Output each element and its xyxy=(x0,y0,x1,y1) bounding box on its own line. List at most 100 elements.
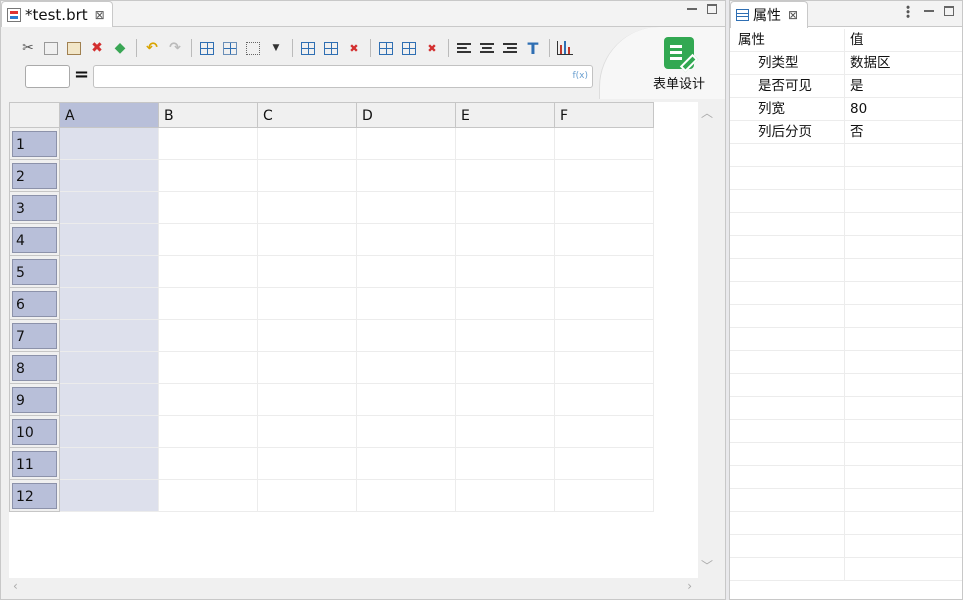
grid-cell[interactable] xyxy=(357,224,456,256)
close-tab-icon[interactable]: ⊠ xyxy=(788,8,798,22)
row-header[interactable]: 10 xyxy=(9,416,60,448)
grid-cell[interactable] xyxy=(555,352,654,384)
align-right-icon[interactable] xyxy=(501,39,519,57)
row-header[interactable]: 9 xyxy=(9,384,60,416)
grid-cell[interactable] xyxy=(555,320,654,352)
grid-cell[interactable] xyxy=(456,480,555,512)
grid-cell[interactable] xyxy=(258,416,357,448)
close-tab-icon[interactable]: ⊠ xyxy=(95,8,105,22)
undo-icon[interactable]: ↶ xyxy=(143,39,161,57)
grid-cell[interactable] xyxy=(357,416,456,448)
grid-cell[interactable] xyxy=(60,352,159,384)
scroll-right-icon[interactable]: › xyxy=(687,579,692,593)
grid-cell[interactable] xyxy=(258,352,357,384)
select-all-corner[interactable] xyxy=(9,102,60,128)
grid-cell[interactable] xyxy=(456,288,555,320)
grid-cell[interactable] xyxy=(456,352,555,384)
grid-cell[interactable] xyxy=(159,384,258,416)
grid-cell[interactable] xyxy=(456,416,555,448)
formula-input[interactable]: f(x) xyxy=(93,65,593,88)
grid-cell[interactable] xyxy=(555,224,654,256)
row-header[interactable]: 7 xyxy=(9,320,60,352)
borders-dropdown-icon[interactable]: ▼ xyxy=(267,39,285,57)
grid-cell[interactable] xyxy=(456,320,555,352)
property-value[interactable]: 数据区 xyxy=(850,52,891,75)
grid-cell[interactable] xyxy=(159,288,258,320)
grid-cell[interactable] xyxy=(258,160,357,192)
delete-column-icon[interactable]: ✖ xyxy=(423,39,441,57)
minimize-icon[interactable] xyxy=(687,4,697,14)
row-header[interactable]: 8 xyxy=(9,352,60,384)
property-value[interactable]: 否 xyxy=(850,121,864,144)
column-header[interactable]: B xyxy=(159,102,258,128)
grid-cell[interactable] xyxy=(456,256,555,288)
grid-cell[interactable] xyxy=(60,192,159,224)
column-header[interactable]: A xyxy=(60,102,159,128)
maximize-icon[interactable] xyxy=(707,4,717,14)
row-header[interactable]: 6 xyxy=(9,288,60,320)
grid-cell[interactable] xyxy=(357,160,456,192)
delete-icon[interactable]: ✖ xyxy=(88,39,106,57)
grid-cell[interactable] xyxy=(357,288,456,320)
insert-row-after-icon[interactable] xyxy=(322,39,340,57)
minimize-icon[interactable] xyxy=(924,6,934,16)
grid-cell[interactable] xyxy=(456,160,555,192)
eraser-icon[interactable]: ◆ xyxy=(111,39,129,57)
grid-cell[interactable] xyxy=(258,384,357,416)
column-header[interactable]: D xyxy=(357,102,456,128)
grid-cell[interactable] xyxy=(60,320,159,352)
grid-cell[interactable] xyxy=(258,480,357,512)
property-row[interactable]: 列后分页否 xyxy=(730,121,962,144)
grid-cell[interactable] xyxy=(555,448,654,480)
grid-cell[interactable] xyxy=(258,288,357,320)
table-grid-icon[interactable] xyxy=(221,39,239,57)
grid-cell[interactable] xyxy=(456,384,555,416)
grid-cell[interactable] xyxy=(357,480,456,512)
grid-cell[interactable] xyxy=(555,160,654,192)
grid-cell[interactable] xyxy=(159,256,258,288)
redo-icon[interactable]: ↷ xyxy=(166,39,184,57)
column-header[interactable]: E xyxy=(456,102,555,128)
grid-cell[interactable] xyxy=(60,480,159,512)
grid-cell[interactable] xyxy=(159,160,258,192)
grid-cell[interactable] xyxy=(357,352,456,384)
row-header[interactable]: 12 xyxy=(9,480,60,512)
view-menu-icon[interactable]: ••• xyxy=(901,4,914,17)
cut-icon[interactable]: ✂ xyxy=(19,39,37,57)
column-header[interactable]: F xyxy=(555,102,654,128)
row-header[interactable]: 11 xyxy=(9,448,60,480)
fx-icon[interactable]: f(x) xyxy=(572,71,588,81)
row-header[interactable]: 4 xyxy=(9,224,60,256)
form-design-button[interactable]: 表单设计 xyxy=(644,37,714,92)
grid-cell[interactable] xyxy=(258,192,357,224)
grid-cell[interactable] xyxy=(357,256,456,288)
row-header[interactable]: 5 xyxy=(9,256,60,288)
grid-cell[interactable] xyxy=(159,192,258,224)
grid-cell[interactable] xyxy=(60,128,159,160)
insert-row-before-icon[interactable] xyxy=(299,39,317,57)
grid-cell[interactable] xyxy=(159,224,258,256)
grid-cell[interactable] xyxy=(258,448,357,480)
grid-cell[interactable] xyxy=(456,128,555,160)
grid-cell[interactable] xyxy=(258,320,357,352)
borders-icon[interactable] xyxy=(244,39,262,57)
paste-icon[interactable] xyxy=(65,39,83,57)
grid-cell[interactable] xyxy=(357,448,456,480)
align-center-icon[interactable] xyxy=(478,39,496,57)
insert-column-before-icon[interactable] xyxy=(377,39,395,57)
grid-cell[interactable] xyxy=(159,352,258,384)
property-value[interactable]: 80 xyxy=(850,98,867,121)
grid-cell[interactable] xyxy=(159,480,258,512)
grid-cell[interactable] xyxy=(555,416,654,448)
grid-cell[interactable] xyxy=(60,256,159,288)
grid-cell[interactable] xyxy=(159,416,258,448)
grid-cell[interactable] xyxy=(555,192,654,224)
grid-cell[interactable] xyxy=(555,384,654,416)
property-row[interactable]: 列类型 数据区 xyxy=(730,52,962,75)
horizontal-scrollbar[interactable]: ‹ › xyxy=(9,578,698,596)
merge-cells-icon[interactable] xyxy=(198,39,216,57)
grid-cell[interactable] xyxy=(555,256,654,288)
grid-cell[interactable] xyxy=(357,128,456,160)
property-row[interactable]: 是否可见是 xyxy=(730,75,962,98)
column-header[interactable]: C xyxy=(258,102,357,128)
